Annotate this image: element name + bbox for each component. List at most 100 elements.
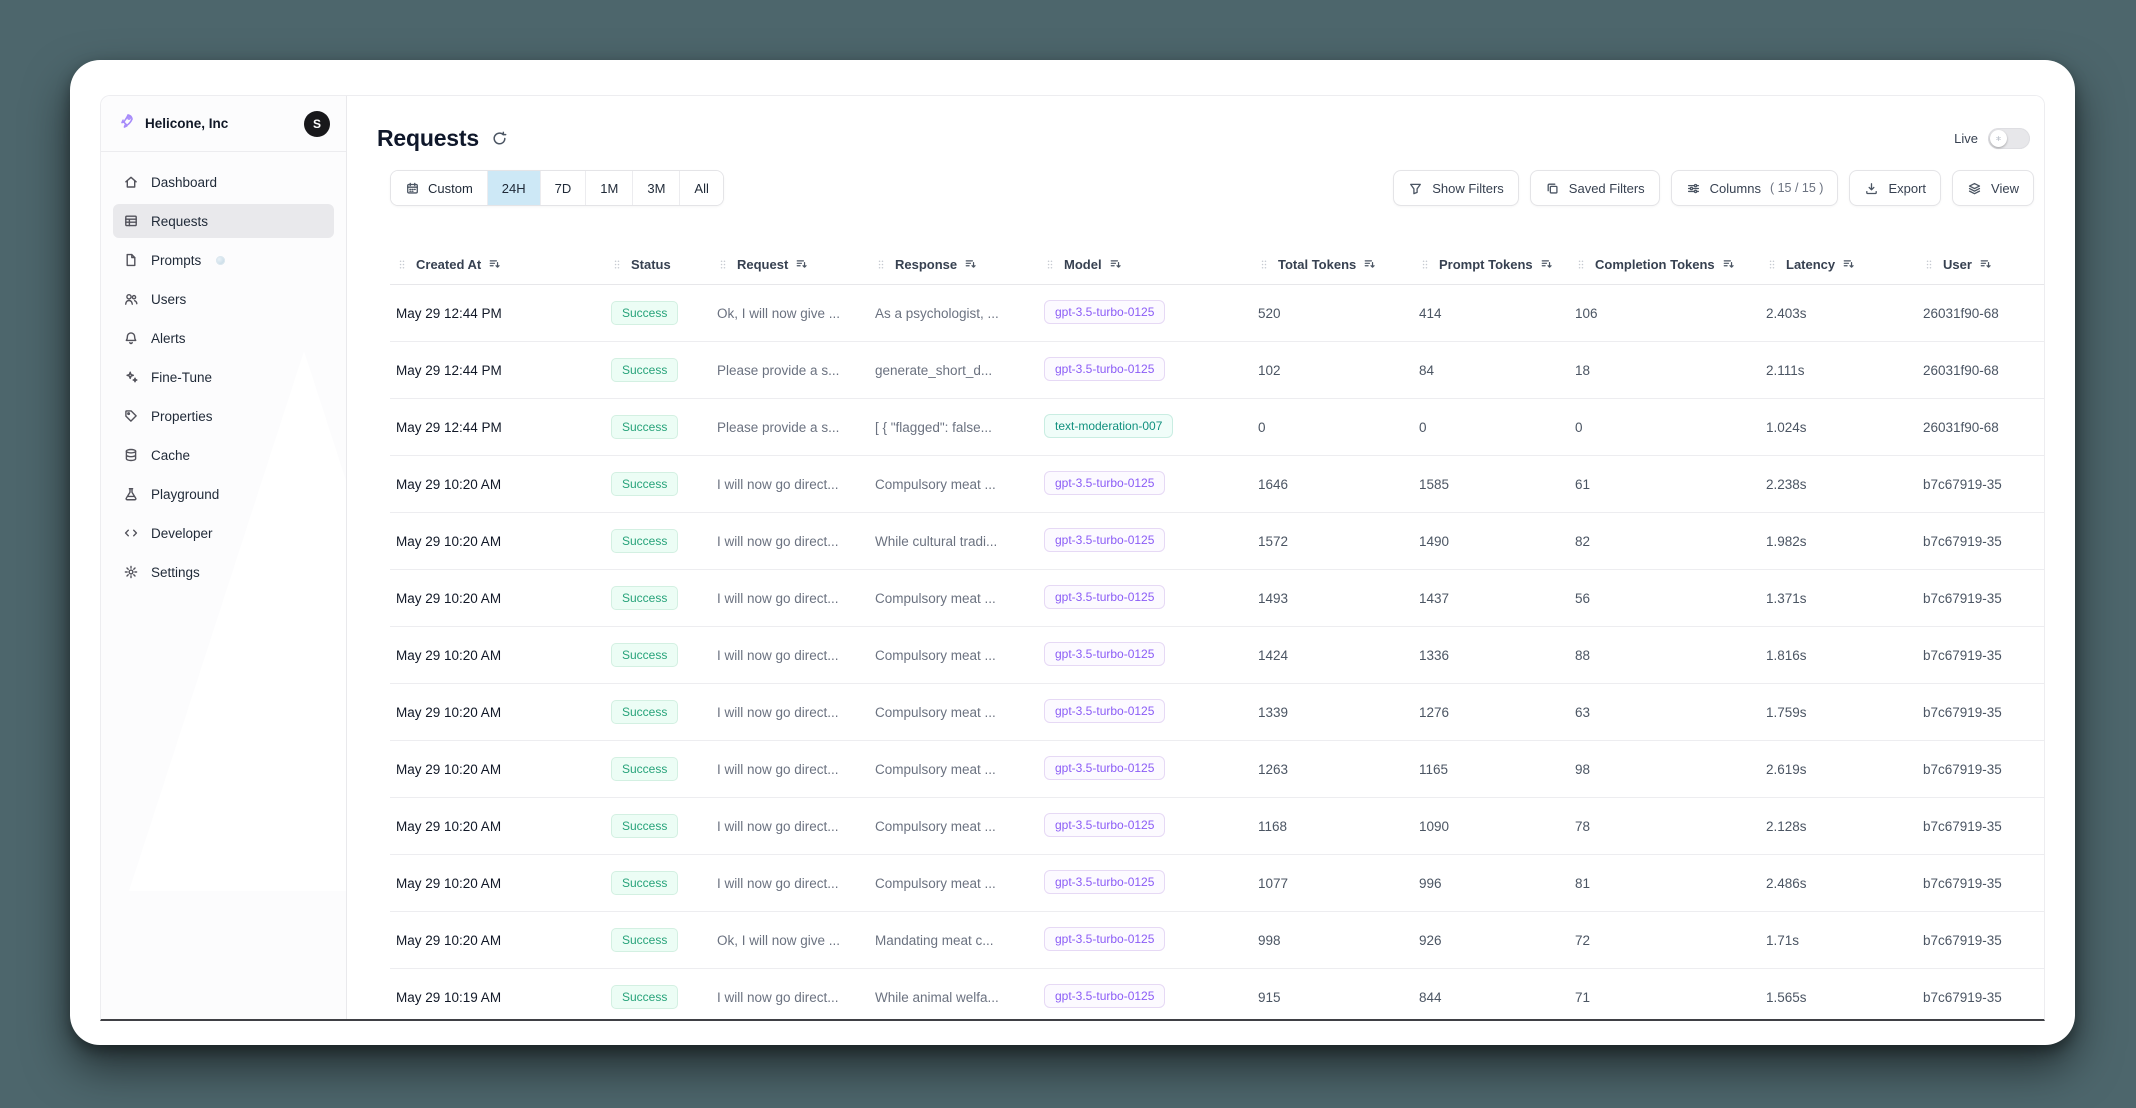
sort-icon[interactable] [1540,257,1554,271]
sort-icon[interactable] [1722,257,1736,271]
sidebar-item-label: Users [151,292,186,307]
sort-icon[interactable] [795,257,809,271]
sort-icon[interactable] [1842,257,1856,271]
table-row[interactable]: May 29 10:19 AMSuccessI will now go dire… [390,969,2044,1020]
status-badge: Success [611,814,678,838]
sidebar-item-alerts[interactable]: Alerts [113,321,334,355]
drag-grip-icon[interactable] [1419,258,1432,271]
sidebar-item-prompts[interactable]: Prompts [113,243,334,277]
table-row[interactable]: May 29 10:20 AMSuccessI will now go dire… [390,798,2044,855]
model-cell: gpt-3.5-turbo-0125 [1038,855,1252,912]
sidebar-item-dashboard[interactable]: Dashboard [113,165,334,199]
table-row[interactable]: May 29 10:20 AMSuccessOk, I will now giv… [390,912,2044,969]
column-header-model: Model [1038,244,1252,285]
column-header-control[interactable]: Model [1044,257,1244,272]
model-cell: gpt-3.5-turbo-0125 [1038,741,1252,798]
column-header-control[interactable]: Created At [396,257,597,272]
user-cell: b7c67919-35 [1917,912,2044,969]
table-row[interactable]: May 29 12:44 PMSuccessOk, I will now giv… [390,285,2044,342]
response-cell: While animal welfa... [869,969,1038,1020]
table-row[interactable]: May 29 10:20 AMSuccessI will now go dire… [390,570,2044,627]
drag-grip-icon[interactable] [1923,258,1936,271]
column-header-control[interactable]: Request [717,257,861,272]
user-cell: b7c67919-35 [1917,855,2044,912]
time-range-1m[interactable]: 1M [585,171,632,205]
total-tokens-cell: 1168 [1252,798,1413,855]
export-button[interactable]: Export [1849,170,1941,206]
table-row[interactable]: May 29 10:20 AMSuccessI will now go dire… [390,456,2044,513]
created-at-cell: May 29 10:20 AM [390,627,605,684]
sidebar-item-requests[interactable]: Requests [113,204,334,238]
sidebar-item-properties[interactable]: Properties [113,399,334,433]
column-header-control[interactable]: Response [875,257,1030,272]
sort-icon[interactable] [1109,257,1123,271]
view-button[interactable]: View [1952,170,2034,206]
time-range-3m[interactable]: 3M [632,171,679,205]
columns-button[interactable]: Columns( 15 / 15 ) [1671,170,1839,206]
show-filters-button[interactable]: Show Filters [1393,170,1519,206]
table-icon [123,213,139,229]
column-header-control[interactable]: Latency [1766,257,1909,272]
table-row[interactable]: May 29 10:20 AMSuccessI will now go dire… [390,741,2044,798]
latency-cell: 2.403s [1760,285,1917,342]
sidebar-item-label: Dashboard [151,175,217,190]
refresh-icon[interactable] [491,130,508,147]
sort-icon[interactable] [964,257,978,271]
drag-grip-icon[interactable] [875,258,888,271]
time-range-24h[interactable]: 24H [487,171,540,205]
total-tokens-cell: 1572 [1252,513,1413,570]
prompt-tokens-cell: 1165 [1413,741,1569,798]
column-header-control[interactable]: Status [611,257,703,272]
response-cell: Compulsory meat ... [869,456,1038,513]
org-name: Helicone, Inc [145,116,294,131]
completion-tokens-cell: 78 [1569,798,1760,855]
column-header-control[interactable]: Prompt Tokens [1419,257,1561,272]
time-range-all[interactable]: All [679,171,722,205]
table-row[interactable]: May 29 12:44 PMSuccessPlease provide a s… [390,342,2044,399]
database-icon [123,447,139,463]
saved-filters-button[interactable]: Saved Filters [1530,170,1660,206]
sort-icon[interactable] [1979,257,1993,271]
table-row[interactable]: May 29 10:20 AMSuccessI will now go dire… [390,627,2044,684]
total-tokens-cell: 1339 [1252,684,1413,741]
model-badge: gpt-3.5-turbo-0125 [1044,699,1165,723]
table-row[interactable]: May 29 10:20 AMSuccessI will now go dire… [390,684,2044,741]
status-badge: Success [611,643,678,667]
time-range-custom[interactable]: Custom [391,171,487,205]
status-cell: Success [605,513,711,570]
status-badge: Success [611,415,678,439]
sort-icon[interactable] [488,257,502,271]
live-toggle[interactable] [1988,128,2030,149]
drag-grip-icon[interactable] [396,258,409,271]
table-row[interactable]: May 29 12:44 PMSuccessPlease provide a s… [390,399,2044,456]
org-switcher[interactable]: Helicone, Inc S [101,96,346,152]
column-header-control[interactable]: User [1923,257,2044,272]
table-row[interactable]: May 29 10:20 AMSuccessI will now go dire… [390,513,2044,570]
avatar[interactable]: S [304,111,330,137]
drag-grip-icon[interactable] [717,258,730,271]
sidebar-item-settings[interactable]: Settings [113,555,334,589]
time-range-label: 24H [502,181,526,196]
drag-grip-icon[interactable] [1258,258,1271,271]
sidebar-item-users[interactable]: Users [113,282,334,316]
drag-grip-icon[interactable] [611,258,624,271]
sidebar-item-cache[interactable]: Cache [113,438,334,472]
drag-grip-icon[interactable] [1766,258,1779,271]
sidebar-item-playground[interactable]: Playground [113,477,334,511]
sidebar-nav: Dashboard Requests Prompts Users Alerts Fine-… [101,152,346,602]
table-row[interactable]: May 29 10:20 AMSuccessI will now go dire… [390,855,2044,912]
column-header-control[interactable]: Total Tokens [1258,257,1405,272]
button-label: Saved Filters [1569,181,1645,196]
prompt-tokens-cell: 1090 [1413,798,1569,855]
time-range-7d[interactable]: 7D [540,171,586,205]
sidebar-item-developer[interactable]: Developer [113,516,334,550]
request-cell: I will now go direct... [711,855,869,912]
bell-icon [123,330,139,346]
sort-icon[interactable] [1363,257,1377,271]
column-header-control[interactable]: Completion Tokens [1575,257,1752,272]
drag-grip-icon[interactable] [1044,258,1057,271]
drag-grip-icon[interactable] [1575,258,1588,271]
sidebar-item-fine-tune[interactable]: Fine-Tune [113,360,334,394]
response-cell: While cultural tradi... [869,513,1038,570]
columns-count: ( 15 / 15 ) [1770,181,1824,195]
